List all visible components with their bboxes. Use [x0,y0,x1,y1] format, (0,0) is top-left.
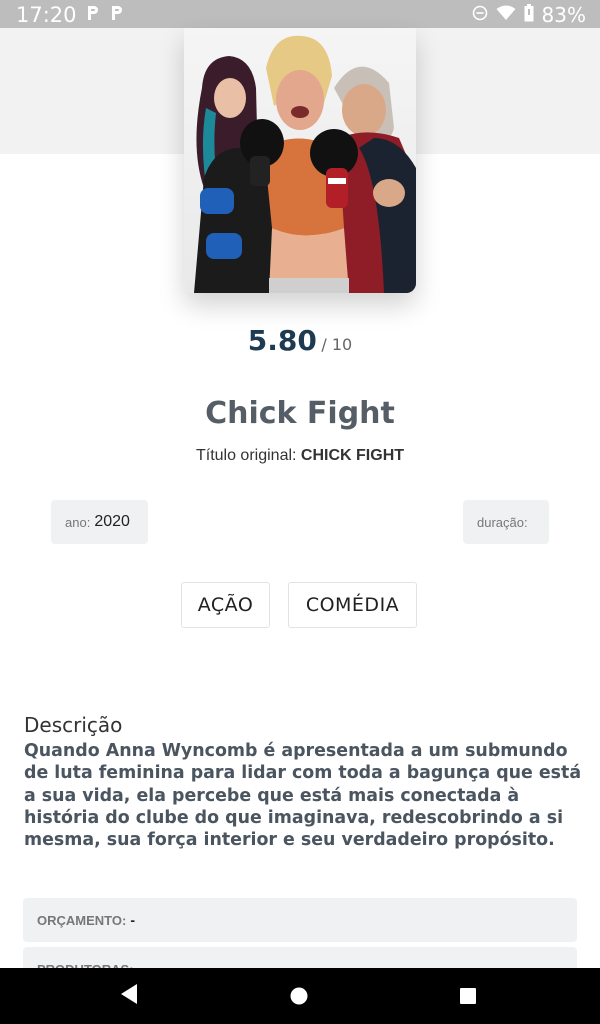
budget-value: - [130,912,135,928]
recents-icon[interactable] [459,987,477,1010]
genre-chip-acao[interactable]: AÇÃO [181,582,270,628]
parking-p-icon [86,4,100,22]
home-icon[interactable] [289,986,309,1011]
genre-chip-comedia[interactable]: COMÉDIA [288,582,417,628]
year-value: 2020 [94,513,130,530]
duration-label: duração: [477,514,528,530]
dnd-icon [472,5,488,26]
movie-title: Chick Fight [205,396,395,431]
wifi-icon [496,5,516,26]
rating: 5.80 / 10 [0,324,600,357]
original-title-value: CHICK FIGHT [300,447,405,464]
year-pill: ano: 2020 [51,500,148,544]
back-icon[interactable] [119,982,139,1011]
battery-percent: 83% [541,3,586,27]
rating-max: / 10 [321,335,353,354]
status-time: 17:20 [16,3,77,27]
duration-pill: duração: [463,500,549,544]
original-title-line: Título original: CHICK FIGHT [0,447,600,465]
original-title-label: Título original: [195,447,297,464]
budget-label: ORÇAMENTO: [37,912,127,928]
battery-icon [524,3,534,27]
navigation-bar [0,968,600,1024]
parking-p-icon [110,4,124,22]
description-text: Quando Anna Wyncomb é apresentada a um s… [24,741,582,851]
description-heading: Descrição [24,713,123,737]
status-bar: 17:20 83% [0,0,600,28]
year-label: ano: [65,514,91,530]
budget-row: ORÇAMENTO: - [23,898,577,942]
status-right: 83% [472,3,586,27]
movie-poster [184,28,416,293]
rating-value: 5.80 [247,324,317,357]
